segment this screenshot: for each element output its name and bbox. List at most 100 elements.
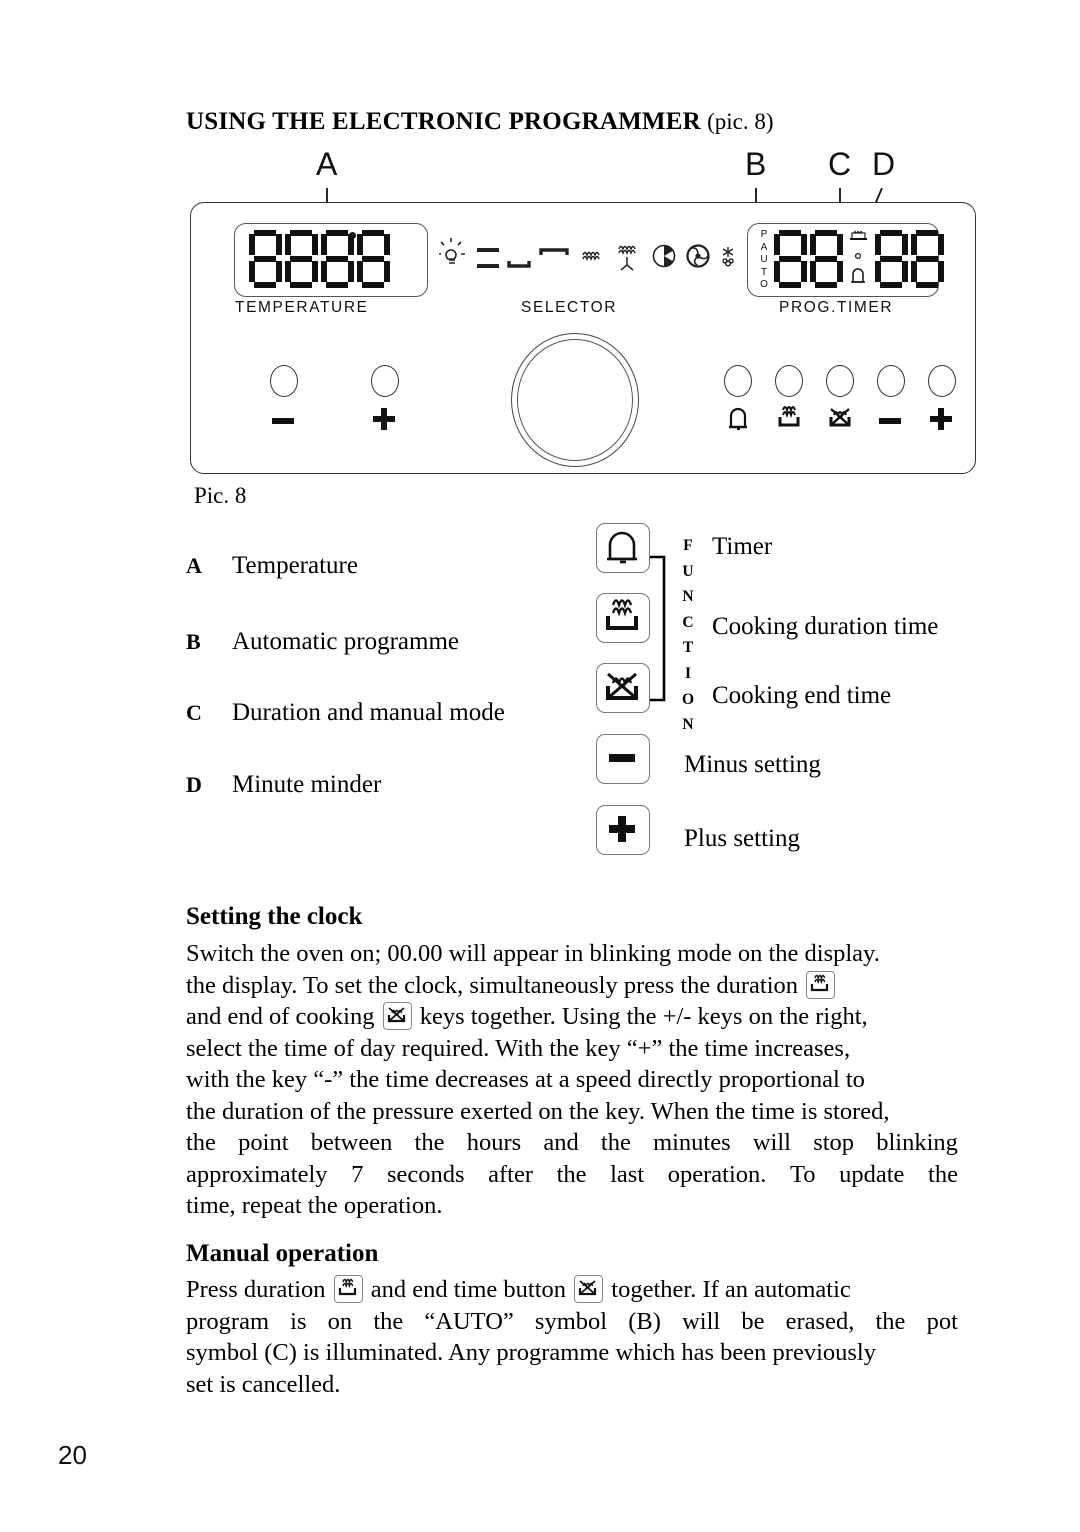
bell-icon	[851, 268, 865, 283]
prog-timer-caption: PROG.TIMER	[779, 299, 894, 316]
function-letter: T	[682, 639, 694, 657]
legend-text: Automatic programme	[232, 628, 460, 655]
indicator-a: A	[760, 241, 768, 253]
text-line: the duration of the pressure exerted on …	[186, 1097, 890, 1125]
callout-letter-c: C	[828, 146, 852, 182]
text-line: Press duration	[186, 1276, 326, 1303]
function-letter: O	[681, 690, 695, 708]
section-body-setting-the-clock: Switch the oven on; 00.00 will appear in…	[186, 938, 958, 1222]
text-line-justified: approximately 7 seconds after the last operati…	[186, 1160, 958, 1188]
prog-timer-digits	[774, 230, 944, 288]
temperature-plus-button[interactable]	[371, 365, 399, 397]
cooking-end-time-icon	[382, 1002, 412, 1030]
text-line-justified: the point between the hours and the minutes will…	[186, 1129, 958, 1156]
legend-row: B Automatic programme	[186, 628, 459, 656]
indicator-o: O	[760, 279, 768, 290]
legend-letter: A	[186, 553, 202, 578]
page-title-text: USING THE ELECTRONIC PROGRAMMER	[186, 108, 701, 135]
cooking-duration-icon	[333, 1275, 363, 1303]
plus-icon	[927, 405, 955, 438]
cooking-duration-button[interactable]	[775, 365, 803, 397]
section-heading-setting-the-clock: Setting the clock	[186, 903, 363, 930]
page-number: 20	[58, 1440, 87, 1470]
seg-digit	[810, 230, 843, 288]
temperature-display	[234, 223, 428, 297]
key-cooking-end-time[interactable]	[596, 663, 650, 713]
cooking-duration-icon	[776, 403, 802, 438]
text-line: with the key “-” the time decreases at a…	[186, 1066, 865, 1093]
callout-letter-b: B	[745, 146, 767, 182]
legend-text: Duration and manual mode	[232, 699, 505, 726]
manual-page: USING THE ELECTRONIC PROGRAMMER (pic. 8)…	[0, 0, 1080, 1532]
text-line-with-icon: and end of cooking keys together. Using …	[186, 1001, 958, 1033]
cooking-duration-icon	[606, 599, 638, 630]
legend-letter: D	[186, 772, 202, 797]
key-label-plus-setting: Plus setting	[684, 825, 800, 852]
control-panel: TEMPERATURE SELECTOR P A U T O PROG.TIME…	[190, 202, 976, 474]
text-line: set is cancelled.	[186, 1370, 341, 1398]
indicator-t: T	[760, 266, 768, 278]
section-body-manual-operation: Press duration and end time button toget…	[186, 1274, 958, 1400]
text-line: and end time button	[370, 1276, 567, 1303]
bell-icon	[725, 403, 751, 438]
figure-caption: Pic. 8	[194, 483, 247, 508]
text-line: together. If an automatic	[611, 1276, 851, 1303]
page-title-pic-ref: (pic. 8)	[707, 109, 774, 134]
cooking-end-time-icon	[606, 672, 638, 700]
cooking-end-time-icon	[827, 403, 853, 438]
timer-minus-button[interactable]	[877, 365, 905, 397]
bell-icon	[607, 531, 637, 564]
temperature-caption: TEMPERATURE	[235, 299, 369, 316]
selector-knob[interactable]	[511, 333, 639, 467]
plus-icon	[370, 405, 398, 438]
key-plus-setting[interactable]	[596, 805, 650, 855]
text-line: the display. To set the clock, simultane…	[186, 971, 799, 999]
minus-icon	[876, 411, 904, 436]
function-vertical-label: F U N C T I O N	[679, 533, 697, 738]
text-line-justified: program is on the “AUTO” symbol (B) will be erase…	[186, 1307, 958, 1335]
timer-button[interactable]	[724, 365, 752, 397]
function-letter: I	[684, 664, 692, 682]
legend-letter: C	[186, 700, 202, 725]
prog-timer-display: P A U T O	[747, 223, 944, 297]
pot-icon	[850, 230, 867, 240]
seg-digit	[285, 230, 318, 288]
seg-digit	[357, 230, 390, 288]
callout-letter-d: D	[872, 146, 896, 182]
text-line: symbol (C) is illuminated. Any programme…	[186, 1339, 876, 1366]
indicator-u: U	[760, 254, 768, 265]
function-letter: N	[682, 716, 694, 734]
key-cooking-duration[interactable]	[596, 593, 650, 643]
plus-icon	[609, 816, 635, 842]
temperature-digits	[249, 230, 390, 288]
indicator-p: P	[760, 229, 768, 240]
function-letter: U	[682, 562, 694, 580]
selector-caption: SELECTOR	[521, 299, 618, 316]
colon-and-symbols	[846, 230, 872, 288]
cooking-duration-icon	[806, 970, 836, 999]
auto-indicator-stack: P A U T O	[756, 230, 772, 290]
cooking-end-time-icon	[574, 1275, 604, 1303]
key-timer[interactable]	[596, 523, 650, 573]
text-line: Switch the oven on; 00.00 will appear in…	[186, 940, 880, 967]
key-label-cooking-duration: Cooking duration time	[712, 613, 939, 640]
seg-digit	[249, 230, 282, 288]
text-line: keys together. Using the +/- keys on the…	[419, 1003, 868, 1030]
seg-digit	[875, 230, 908, 288]
legend-row: D Minute minder	[186, 771, 381, 799]
timer-plus-button[interactable]	[928, 365, 956, 397]
seg-digit	[774, 230, 807, 288]
key-label-timer: Timer	[712, 533, 773, 560]
legend-letter: B	[186, 629, 201, 654]
cooking-end-time-button[interactable]	[826, 365, 854, 397]
legend-row: C Duration and manual mode	[186, 699, 505, 727]
temperature-minus-button[interactable]	[270, 365, 298, 397]
text-line-with-icon: Press duration and end time button toget…	[186, 1274, 958, 1306]
key-minus-setting[interactable]	[596, 734, 650, 784]
function-letter: N	[682, 588, 694, 606]
seg-digit	[321, 230, 356, 288]
text-line: time, repeat the operation.	[186, 1192, 443, 1219]
page-title: USING THE ELECTRONIC PROGRAMMER (pic. 8)	[186, 108, 986, 136]
colon-dot-icon	[855, 253, 862, 260]
callout-letter-a: A	[316, 146, 338, 182]
